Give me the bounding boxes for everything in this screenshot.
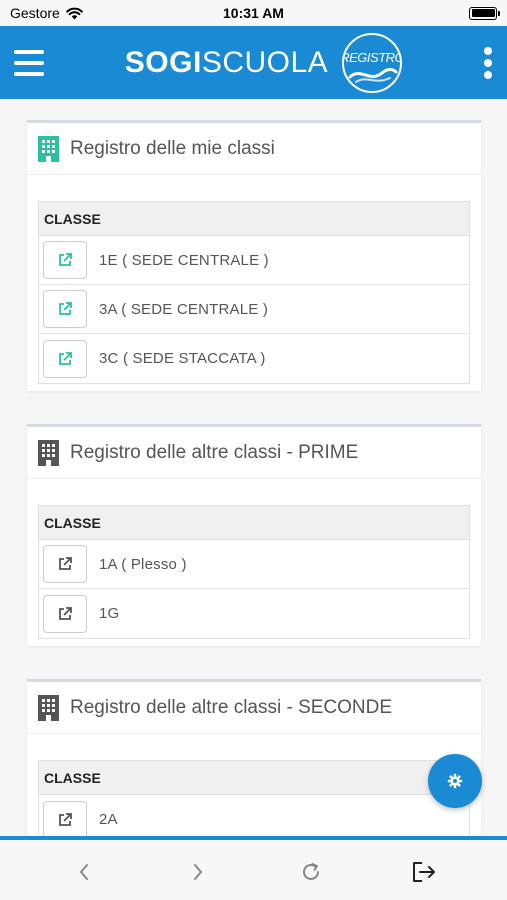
registro-logo-icon: REGISTRO <box>342 32 403 93</box>
section-card-prime: Registro delle altre classi - PRIME CLAS… <box>27 424 481 646</box>
class-label: 3C ( SEDE STACCATA ) <box>99 350 266 367</box>
class-label: 3A ( SEDE CENTRALE ) <box>99 300 269 318</box>
building-icon <box>38 695 59 721</box>
external-link-icon <box>59 253 72 266</box>
brand-bold: SOGI <box>124 45 202 79</box>
table-row: 3C ( SEDE STACCATA ) <box>39 334 469 383</box>
table-row: 1E ( SEDE CENTRALE ) <box>39 236 469 285</box>
building-icon <box>38 136 59 162</box>
section-title: Registro delle mie classi <box>70 137 275 159</box>
brand-name: SOGISCUOLA <box>125 46 328 80</box>
open-class-button[interactable] <box>43 594 87 633</box>
table-row: 3A ( SEDE CENTRALE ) <box>39 285 469 334</box>
gear-icon <box>447 773 463 789</box>
building-icon <box>38 440 59 466</box>
external-link-icon <box>59 302 72 315</box>
section-title: Registro delle altre classi - SECONDE <box>70 696 393 718</box>
card-header: Registro delle altre classi - PRIME <box>27 427 481 479</box>
back-icon[interactable] <box>70 858 98 886</box>
class-table: CLASSE 2A <box>38 760 470 839</box>
open-class-button[interactable] <box>43 800 87 839</box>
open-class-button[interactable] <box>43 545 87 583</box>
battery-level <box>471 9 495 17</box>
status-bar: Gestore 10:31 AM <box>0 0 507 26</box>
section-title: Registro delle altre classi - PRIME <box>70 441 359 463</box>
class-label: 1G <box>99 605 120 622</box>
clock: 10:31 AM <box>223 5 284 21</box>
table-row: 1G <box>39 589 469 638</box>
open-class-button[interactable] <box>43 339 87 378</box>
class-label: 1E ( SEDE CENTRALE ) <box>99 251 269 269</box>
wifi-icon <box>66 7 83 19</box>
class-label: 1A ( Plesso ) <box>99 555 187 573</box>
bottom-navigation-bar <box>0 840 507 900</box>
logo-text: REGISTRO <box>342 50 403 65</box>
settings-fab-button[interactable] <box>428 754 482 808</box>
column-header: CLASSE <box>39 506 469 540</box>
external-link-icon <box>59 812 72 826</box>
section-card-seconde: Registro delle altre classi - SECONDE CL… <box>27 679 481 839</box>
app-header: SOGISCUOLA REGISTRO <box>0 26 507 99</box>
main-content: Registro delle mie classi CLASSE 1E ( SE… <box>0 99 507 839</box>
class-label: 2A <box>99 811 118 828</box>
external-link-icon <box>59 351 72 365</box>
logout-icon[interactable] <box>410 858 438 886</box>
battery-icon <box>469 6 500 20</box>
open-class-button[interactable] <box>43 241 87 279</box>
brand-regular: SCUOLA <box>201 45 329 79</box>
table-row: 2A <box>39 795 469 839</box>
table-row: 1A ( Plesso ) <box>39 540 469 589</box>
column-header: CLASSE <box>39 202 469 236</box>
external-link-icon <box>59 557 72 570</box>
brand: SOGISCUOLA REGISTRO <box>125 32 403 93</box>
column-header: CLASSE <box>39 761 469 795</box>
card-header: Registro delle mie classi <box>27 123 481 175</box>
card-header: Registro delle altre classi - SECONDE <box>27 682 481 734</box>
section-card-mie-classi: Registro delle mie classi CLASSE 1E ( SE… <box>27 120 481 391</box>
hamburger-menu-icon[interactable] <box>14 49 44 76</box>
class-table: CLASSE 1E ( SEDE CENTRALE ) 3A ( SEDE CE… <box>38 201 470 384</box>
wave-icon <box>348 67 398 83</box>
open-class-button[interactable] <box>43 290 87 328</box>
class-table: CLASSE 1A ( Plesso ) 1G <box>38 505 470 639</box>
carrier-label: Gestore <box>10 5 60 21</box>
forward-icon[interactable] <box>184 858 212 886</box>
external-link-icon <box>59 606 72 620</box>
reload-icon[interactable] <box>297 858 325 886</box>
kebab-menu-icon[interactable] <box>483 46 493 79</box>
